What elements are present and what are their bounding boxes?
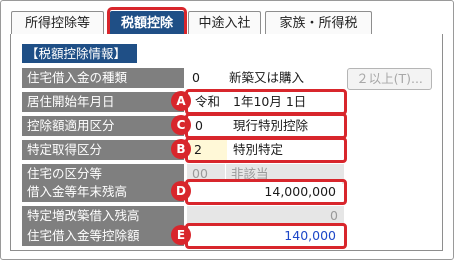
label-renovation-balance: 特定増改築借入残高	[22, 206, 184, 226]
multiple-loans-button[interactable]: ２以上(T)...	[347, 68, 432, 90]
badge-c: C	[171, 115, 191, 135]
tab-mid-year-hire[interactable]: 中途入社	[188, 11, 261, 35]
special-acquisition-highlight	[185, 137, 347, 163]
badge-a: A	[171, 91, 191, 111]
move-in-highlight	[185, 89, 347, 115]
badge-e: E	[171, 225, 191, 245]
label-housing-type: 住宅の区分等	[22, 164, 184, 184]
label-loan-type: 住宅借入金の種類	[22, 68, 184, 88]
tab-family-income-tax[interactable]: 家族・所得税	[265, 11, 372, 35]
deduction-amount-highlight	[185, 223, 347, 249]
label-year-end-balance: 借入金等年末残高	[22, 182, 184, 202]
section-header: 【税額控除情報】	[22, 44, 137, 63]
label-move-in-date: 居住開始年月日	[22, 92, 184, 112]
loan-type-value: 新築又は購入	[224, 68, 342, 88]
label-deduction-amount: 住宅借入金等控除額	[22, 226, 184, 246]
tab-income-deduction[interactable]: 所得控除等	[11, 11, 104, 35]
loan-type-code[interactable]: 0	[187, 68, 223, 88]
badge-b: B	[171, 139, 191, 159]
badge-d: D	[171, 181, 191, 201]
label-special-acquisition: 特定取得区分	[22, 140, 184, 160]
label-deduction-type: 控除額適用区分	[22, 116, 184, 136]
deduction-type-highlight	[185, 113, 347, 139]
year-end-balance-highlight	[185, 179, 347, 205]
